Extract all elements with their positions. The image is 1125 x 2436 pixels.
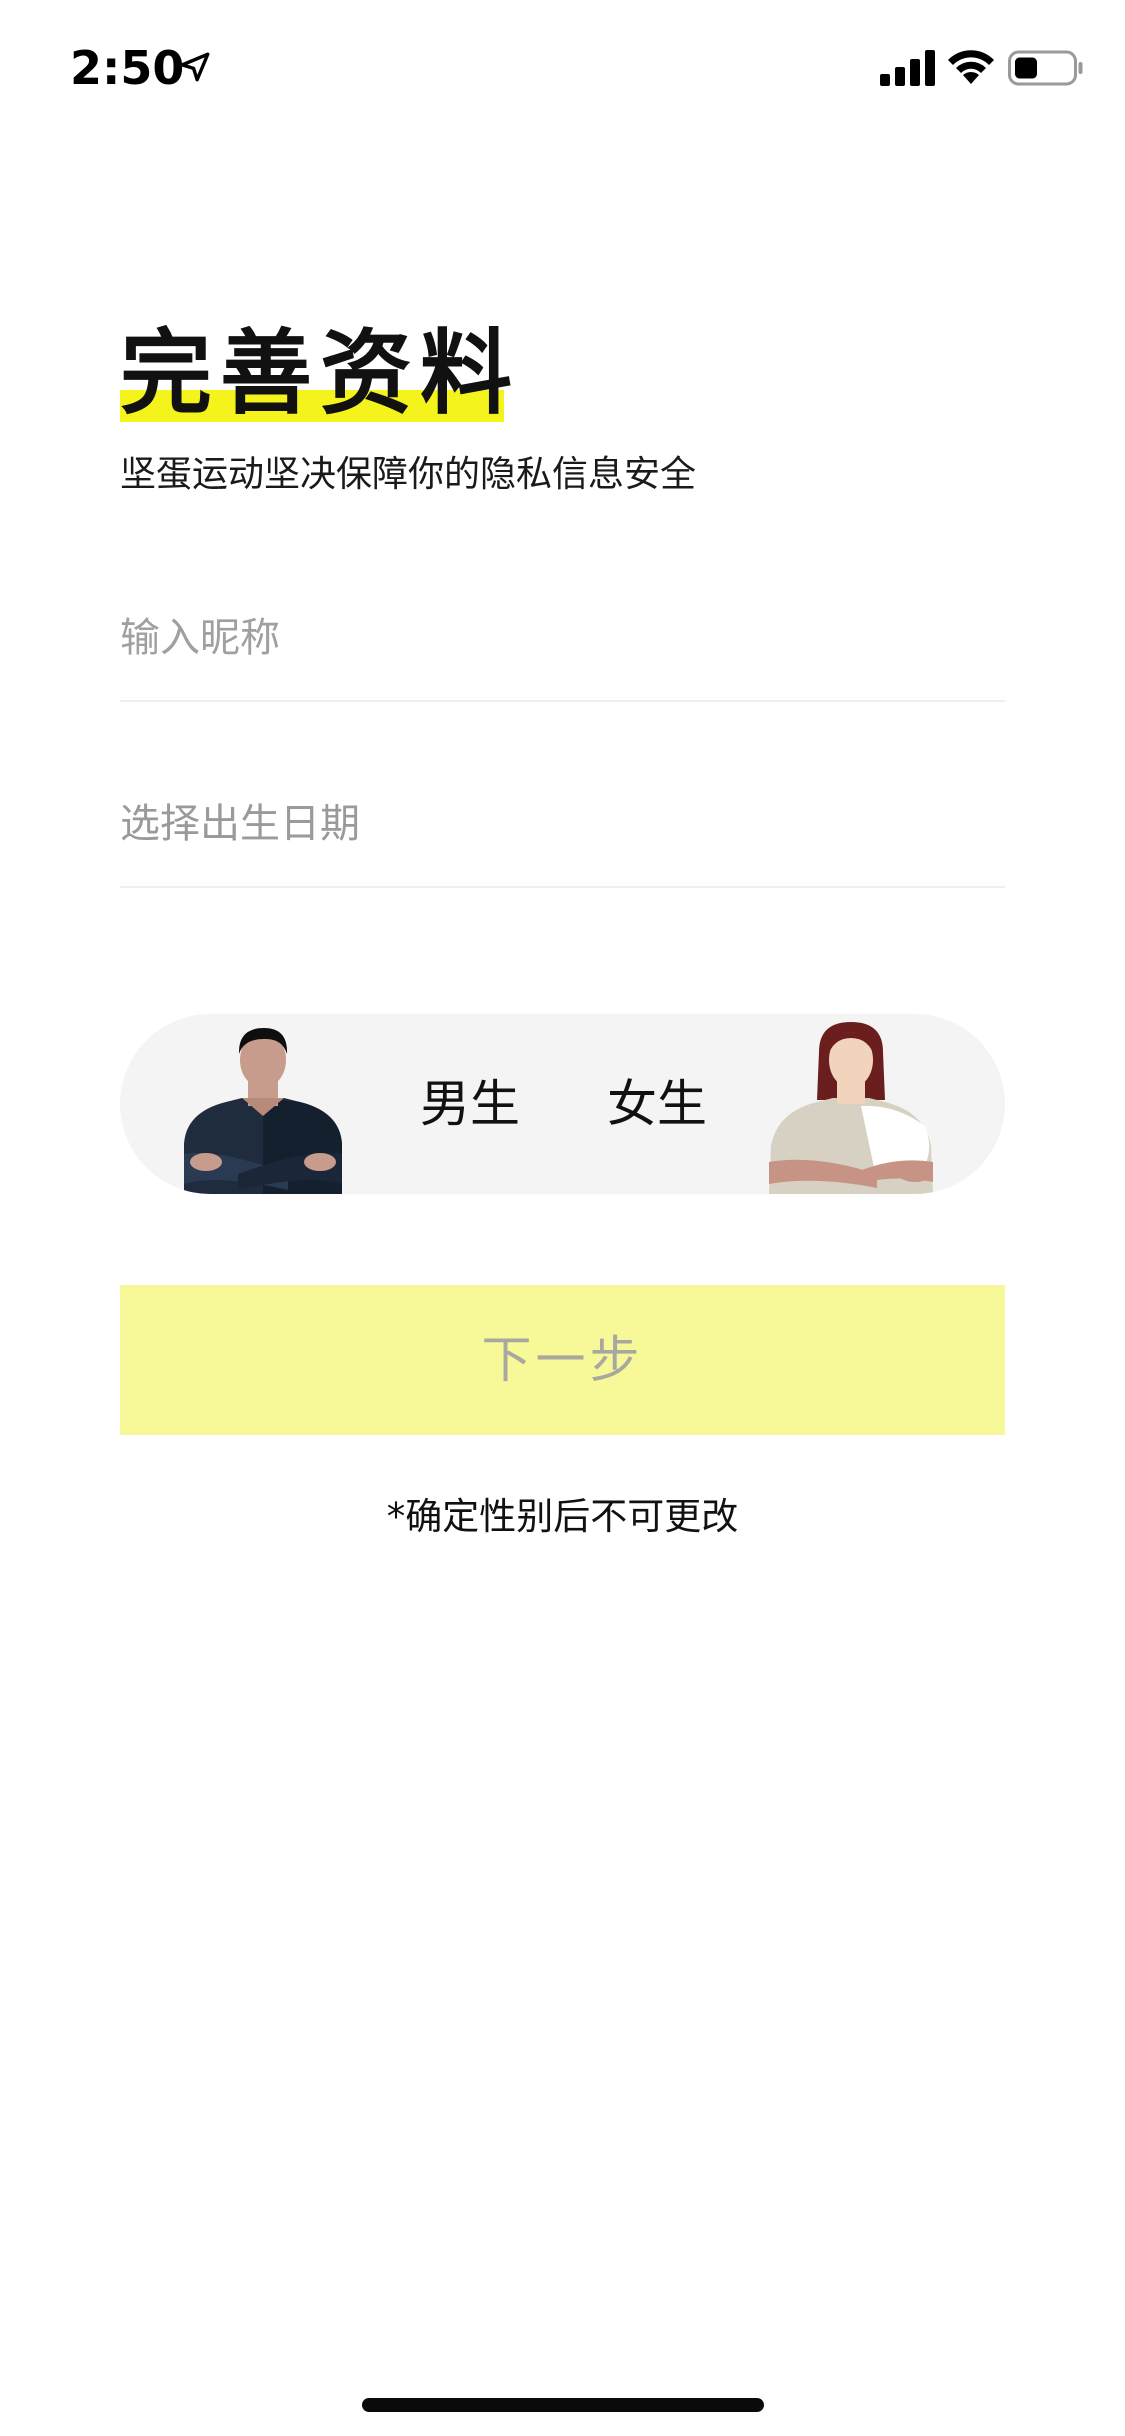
status-bar: 2:50 (0, 0, 1125, 132)
female-avatar-icon (769, 1022, 933, 1194)
gender-selector: 男生 女生 (120, 1014, 1005, 1194)
page-title: 完善资料 (120, 320, 521, 427)
status-time: 2:50 (70, 41, 185, 95)
gender-female-label: 女生 (607, 1075, 707, 1133)
title-block: 完善资料 (120, 322, 520, 426)
male-avatar-icon (184, 1028, 342, 1194)
page-subtitle: 坚蛋运动坚决保障你的隐私信息安全 (120, 454, 697, 495)
battery-icon (1008, 50, 1083, 86)
gender-warning-note: *确定性别后不可更改 (386, 1495, 739, 1538)
home-indicator[interactable] (362, 2398, 764, 2412)
birthday-field[interactable]: 选择出生日期 (120, 776, 1005, 888)
location-arrow-icon (180, 52, 210, 82)
gender-male-option[interactable]: 男生 (120, 1014, 560, 1194)
birthday-picker-placeholder: 选择出生日期 (120, 801, 360, 847)
next-step-button[interactable]: 下一步 (120, 1285, 1005, 1435)
wifi-icon (948, 50, 994, 84)
gender-male-label: 男生 (420, 1075, 520, 1133)
cellular-signal-icon (880, 50, 935, 86)
nickname-input[interactable] (120, 610, 1005, 666)
gender-female-option[interactable]: 女生 (565, 1014, 1005, 1194)
nickname-field (120, 590, 1005, 702)
